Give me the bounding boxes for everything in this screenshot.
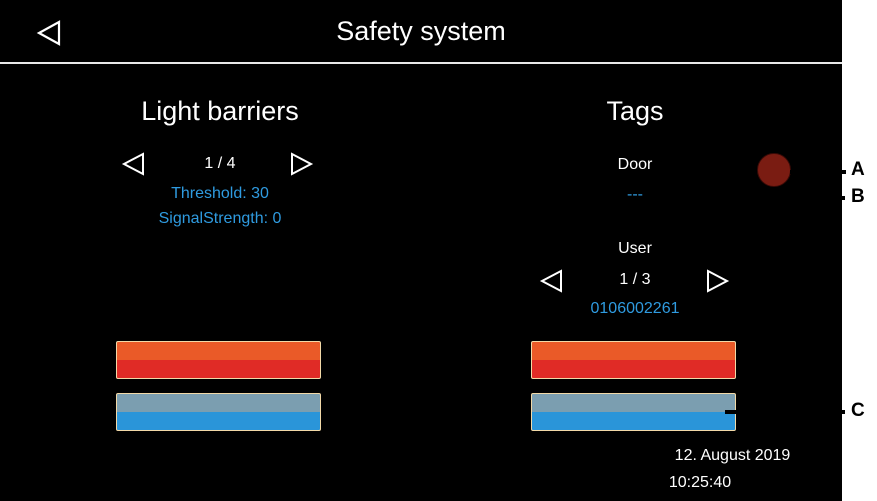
light-barriers-prev-button[interactable] xyxy=(118,151,148,177)
date-display: 12. August 2019 xyxy=(674,447,791,464)
page-title: Safety system xyxy=(336,16,506,46)
callout-line-a xyxy=(790,170,846,174)
door-tag-value: --- xyxy=(627,186,643,203)
user-page-indicator: 1 / 3 xyxy=(619,271,651,288)
tags-red-button[interactable] xyxy=(531,341,736,379)
light-barriers-red-button[interactable] xyxy=(116,341,321,379)
light-barriers-title: Light barriers xyxy=(141,96,299,126)
door-status-indicator xyxy=(757,153,791,187)
time-display: 10:25:40 xyxy=(668,474,732,491)
device-screen: Safety system Light barriers 1 / 4 Thres… xyxy=(0,0,842,501)
callout-label-c: C xyxy=(851,400,865,421)
light-barriers-next-button[interactable] xyxy=(287,151,317,177)
callout-label-a: A xyxy=(851,159,865,180)
callout-label-b: B xyxy=(851,186,865,207)
tags-blue-button[interactable] xyxy=(531,393,736,431)
user-prev-button[interactable] xyxy=(536,268,566,294)
tags-title: Tags xyxy=(606,96,664,126)
callout-line-b xyxy=(655,196,845,200)
threshold-value: Threshold: 30 xyxy=(171,185,269,202)
triangle-right-icon xyxy=(707,269,730,293)
header-bar: Safety system xyxy=(0,0,842,64)
light-barriers-blue-button[interactable] xyxy=(116,393,321,431)
callout-line-c xyxy=(725,410,845,414)
user-next-button[interactable] xyxy=(703,268,733,294)
user-tag-id: 0106002261 xyxy=(590,300,680,317)
triangle-right-icon xyxy=(291,152,314,176)
door-label: Door xyxy=(617,156,653,173)
triangle-left-icon xyxy=(539,269,562,293)
user-label: User xyxy=(618,240,652,257)
signal-strength-value: SignalStrength: 0 xyxy=(158,210,282,227)
light-barriers-page-indicator: 1 / 4 xyxy=(204,155,236,172)
triangle-left-icon xyxy=(121,152,144,176)
